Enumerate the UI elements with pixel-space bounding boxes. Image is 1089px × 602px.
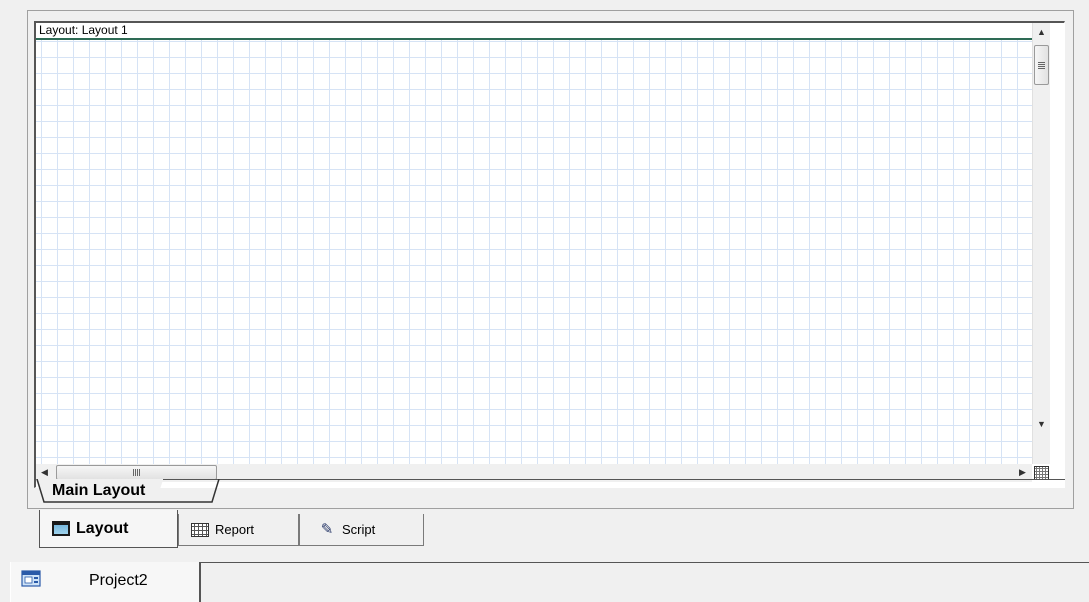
tab-layout-label: Layout (76, 519, 129, 537)
layout-header: Layout: Layout 1 (36, 23, 1032, 40)
project-icon (21, 570, 41, 587)
project-tab-project2[interactable]: Project2 (10, 562, 201, 602)
tab-script[interactable]: ✎ Script (299, 514, 424, 546)
layout-header-label: Layout: Layout 1 (39, 23, 128, 37)
layout-designer: Layout: Layout 1 ▲ ▼ ◀ ▶ Main Layout (27, 10, 1074, 509)
app-window: Layout: Layout 1 ▲ ▼ ◀ ▶ Main Layout Lay… (0, 0, 1089, 602)
sheet-tab-main-layout[interactable]: Main Layout (36, 479, 163, 503)
project-tab-bar: Project2 (0, 562, 1089, 602)
tab-report-label: Report (215, 522, 255, 537)
vertical-scroll-thumb[interactable] (1034, 45, 1049, 85)
project-tab-label: Project2 (89, 572, 148, 589)
tab-script-label: Script (342, 522, 376, 537)
grip-icon (1038, 61, 1045, 69)
sheet-tab-label: Main Layout (52, 482, 146, 499)
tab-layout[interactable]: Layout (39, 510, 178, 548)
script-icon: ✎ (320, 520, 334, 538)
layout-icon (52, 521, 70, 536)
report-grid-icon (191, 522, 209, 537)
project-bar-divider (200, 562, 1089, 563)
horizontal-scroll-thumb[interactable] (56, 465, 217, 480)
arrow-down-icon[interactable]: ▼ (1033, 415, 1050, 432)
layout-canvas-frame: Layout: Layout 1 ▲ ▼ ◀ ▶ (34, 21, 1065, 488)
layout-grid-canvas[interactable] (36, 40, 1032, 464)
sheet-tabs-divider (34, 479, 1065, 480)
grip-icon (133, 469, 140, 476)
vertical-scrollbar[interactable]: ▲ ▼ (1032, 23, 1050, 464)
arrow-up-icon[interactable]: ▲ (1033, 23, 1050, 40)
grid-toggle-icon[interactable] (1034, 466, 1049, 480)
tab-report[interactable]: Report (178, 514, 299, 546)
